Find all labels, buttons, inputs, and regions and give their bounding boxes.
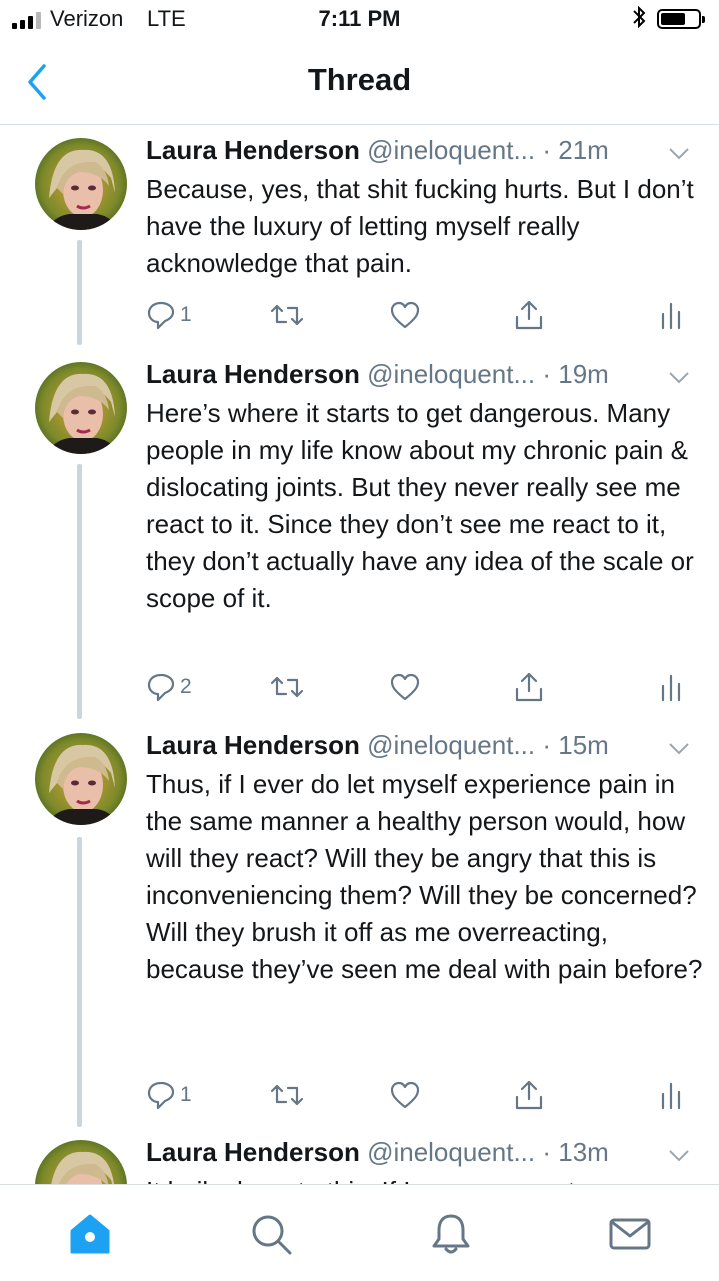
tweet-timestamp: · 15m [542,730,609,760]
reply-icon [147,1081,175,1110]
tweet-actions: 1 [0,297,719,337]
like-button[interactable] [389,669,421,705]
retweet-button[interactable] [270,669,304,705]
reply-button[interactable]: 1 [146,1077,192,1113]
status-time: 7:11 PM [318,6,401,31]
reply-button[interactable]: 1 [146,297,192,333]
share-icon [515,300,543,330]
share-button[interactable] [513,669,545,705]
tweet-text: Thus, if I ever do let myself experience… [146,769,703,984]
retweet-icon [270,1084,304,1106]
display-name[interactable]: Laura Henderson [146,730,360,760]
tab-bar [0,1184,719,1281]
chevron-down-icon[interactable] [668,1149,690,1163]
retweet-button[interactable] [270,297,304,333]
heart-icon [390,673,420,701]
analytics-icon [661,302,681,330]
tweet[interactable]: Laura Henderson @ineloquent... · 13m It … [0,1130,719,1184]
share-button[interactable] [513,1077,545,1113]
chevron-down-icon[interactable] [668,371,690,385]
avatar[interactable] [35,362,127,454]
search-icon[interactable] [248,1211,294,1257]
tweet-text: It boils down to this: If I can manage t… [146,1173,706,1184]
status-bar: Verizon LTE 7:11 PM [0,0,719,40]
tweet[interactable]: Laura Henderson @ineloquent... · 21m Bec… [0,125,719,345]
analytics-icon [661,1082,681,1110]
display-name[interactable]: Laura Henderson [146,135,360,165]
bluetooth-icon [631,4,647,36]
retweet-icon [270,676,304,698]
tweet-timestamp: · 21m [542,135,609,165]
tweet-actions: 2 [0,669,719,709]
tweet-text: Here’s where it starts to get dangerous.… [146,398,694,613]
page-title: Thread [307,62,412,97]
like-button[interactable] [389,297,421,333]
avatar[interactable] [35,138,127,230]
analytics-icon [661,674,681,702]
battery-icon [657,9,705,29]
avatar[interactable] [35,733,127,825]
retweet-icon [270,304,304,326]
tweet[interactable]: Laura Henderson @ineloquent... · 19m Her… [0,349,719,719]
user-handle[interactable]: @ineloquent... [367,359,535,389]
avatar[interactable] [35,1140,127,1184]
tweet-header: Laura Henderson @ineloquent... · 15m [146,730,609,761]
tweet-timestamp: · 13m [542,1137,609,1167]
display-name[interactable]: Laura Henderson [146,359,360,389]
tweet-timestamp: · 19m [542,359,609,389]
share-icon [515,1080,543,1110]
reply-count: 1 [180,1083,192,1106]
like-button[interactable] [389,1077,421,1113]
reply-count: 1 [180,303,192,326]
bell-icon[interactable] [428,1211,474,1257]
reply-button[interactable]: 2 [146,669,192,705]
chevron-down-icon[interactable] [668,742,690,756]
mail-icon[interactable] [607,1211,653,1257]
tweet-actions: 1 [0,1077,719,1117]
reply-count: 2 [180,675,192,698]
display-name[interactable]: Laura Henderson [146,1137,360,1167]
reply-icon [147,673,175,702]
user-handle[interactable]: @ineloquent... [367,135,535,165]
analytics-button[interactable] [659,1077,683,1113]
share-button[interactable] [513,297,545,333]
nav-bar: Thread [0,44,719,125]
share-icon [515,672,543,702]
tweet-text: Because, yes, that shit fucking hurts. B… [146,174,694,278]
tweet-header: Laura Henderson @ineloquent... · 13m [146,1137,609,1168]
retweet-button[interactable] [270,1077,304,1113]
home-icon[interactable] [67,1211,113,1257]
reply-icon [147,301,175,330]
tweet-header: Laura Henderson @ineloquent... · 21m [146,135,609,166]
tweet[interactable]: Laura Henderson @ineloquent... · 15m Thu… [0,720,719,1130]
analytics-button[interactable] [659,669,683,705]
analytics-button[interactable] [659,297,683,333]
user-handle[interactable]: @ineloquent... [367,730,535,760]
heart-icon [390,1081,420,1109]
user-handle[interactable]: @ineloquent... [367,1137,535,1167]
heart-icon [390,301,420,329]
chevron-down-icon[interactable] [668,147,690,161]
tweet-header: Laura Henderson @ineloquent... · 19m [146,359,609,390]
